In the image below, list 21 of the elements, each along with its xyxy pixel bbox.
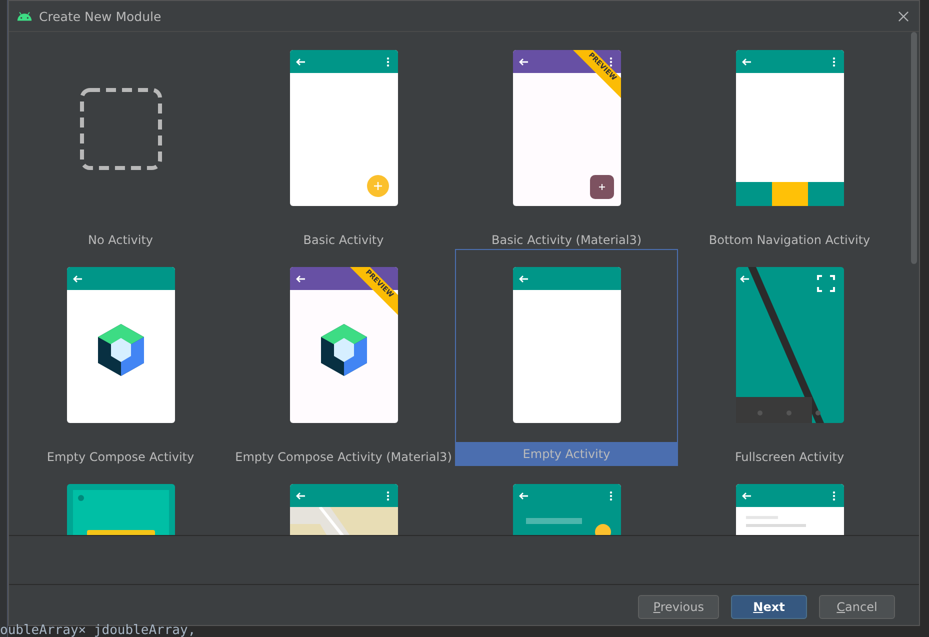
template-label: No Activity: [86, 232, 154, 249]
dialog-button[interactable]: Cancel: [819, 595, 895, 619]
scrollbar-thumb[interactable]: [911, 32, 917, 264]
close-icon[interactable]: [898, 10, 909, 22]
window-title: Create New Module: [39, 8, 162, 24]
template-label: Empty Compose Activity (Material3): [234, 449, 453, 466]
template-tile[interactable]: Fullscreen Activity: [678, 249, 901, 466]
template-tile[interactable]: Empty Compose Activity: [9, 249, 232, 466]
template-tile[interactable]: No Activity: [9, 32, 232, 249]
template-label: Fullscreen Activity: [734, 449, 846, 466]
template-tile[interactable]: Bottom Navigation Activity: [678, 32, 901, 249]
template-label: Bottom Navigation Activity: [708, 232, 872, 249]
template-label: Empty Activity: [456, 442, 677, 466]
template-label: Basic Activity (Material3): [490, 232, 643, 249]
next-button[interactable]: Next: [731, 595, 807, 619]
template-label: Empty Compose Activity: [46, 449, 196, 466]
android-icon: [16, 10, 33, 22]
template-tile[interactable]: Basic Activity: [232, 32, 455, 249]
dialog-button[interactable]: Previous: [638, 595, 719, 619]
template-label: Basic Activity: [302, 232, 385, 249]
background-code-text: oubleArray× jdoubleArray,: [0, 624, 196, 637]
